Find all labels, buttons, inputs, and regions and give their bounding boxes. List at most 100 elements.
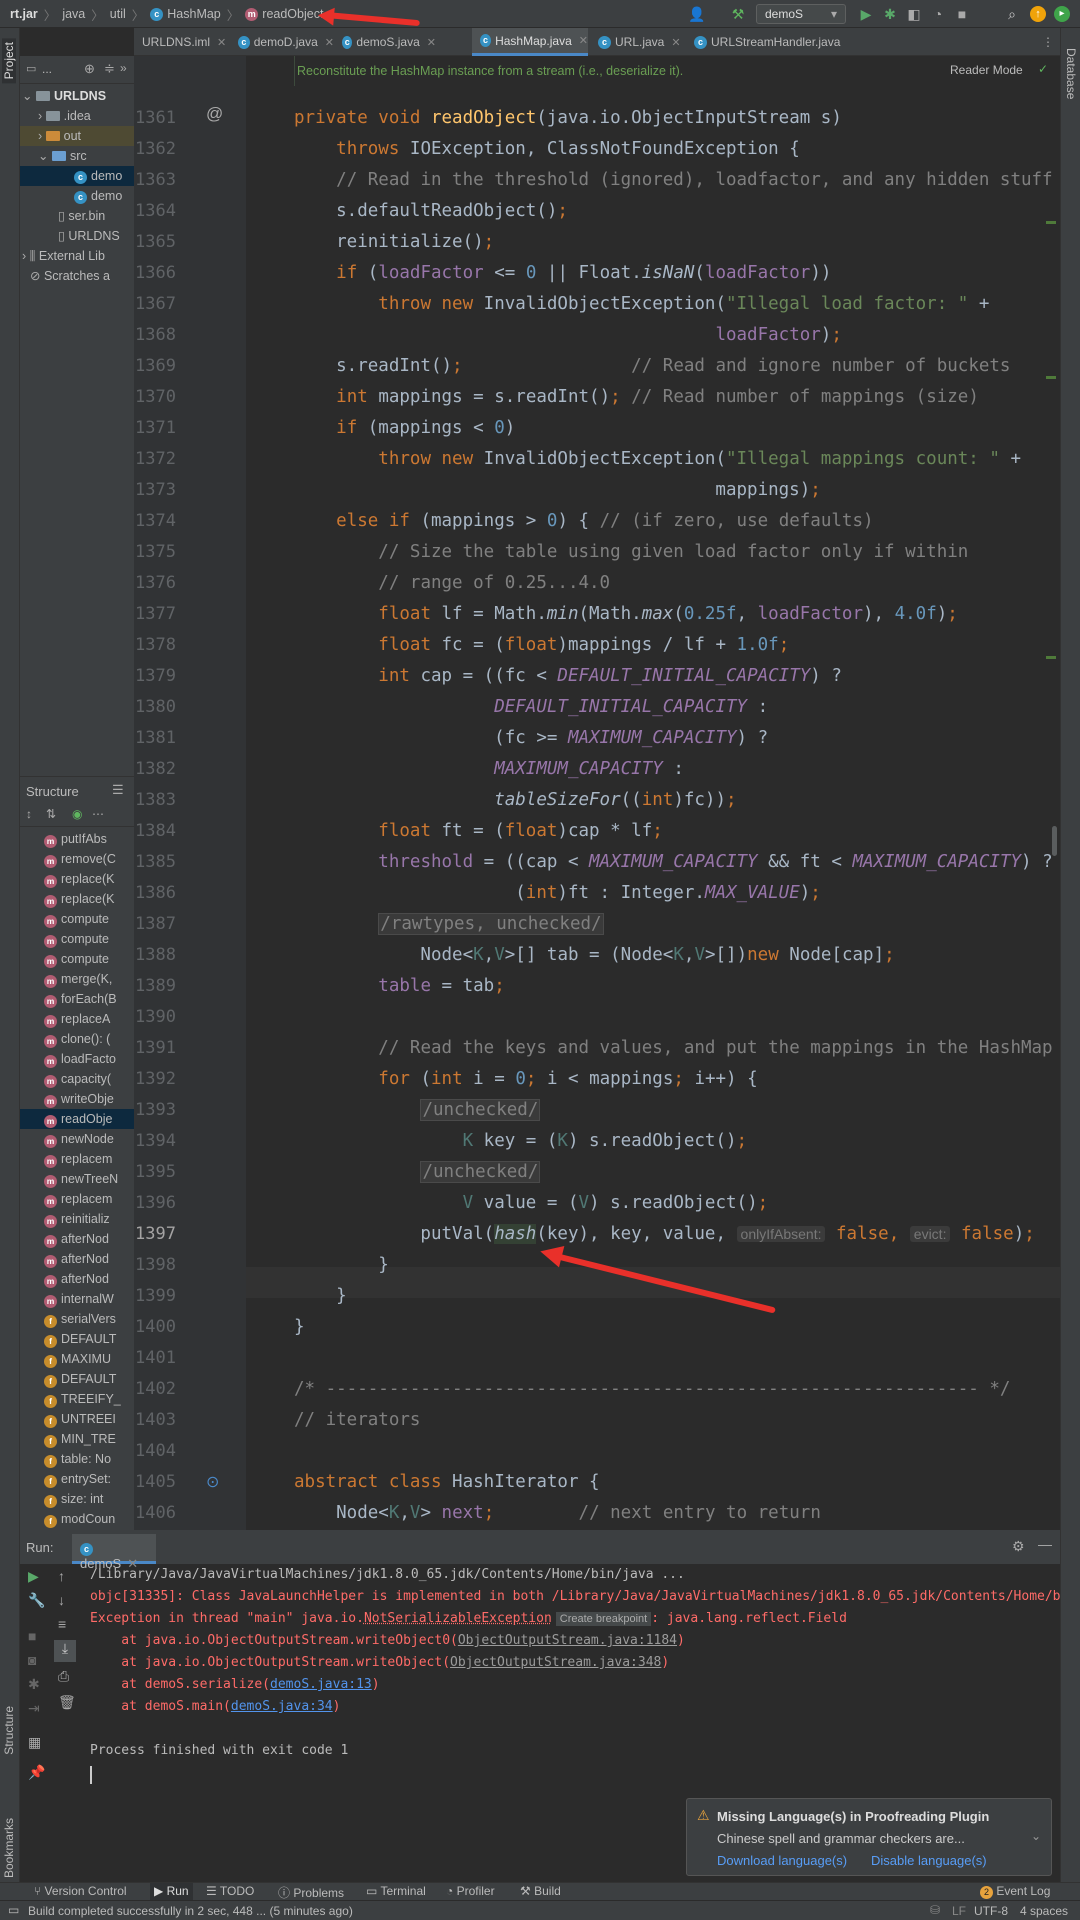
- memory-icon[interactable]: ⛁: [930, 1903, 940, 1917]
- stack-link[interactable]: demoS.java:34: [231, 1699, 333, 1714]
- update-icon[interactable]: ↑: [1030, 6, 1046, 22]
- structure-item[interactable]: m merge(K,: [20, 969, 134, 989]
- create-breakpoint-button[interactable]: Create breakpoint: [555, 1612, 652, 1626]
- line-number[interactable]: 1405: [134, 1467, 176, 1498]
- editor-scrollbar[interactable]: [1052, 826, 1057, 856]
- structure-item[interactable]: m compute: [20, 929, 134, 949]
- stack-link[interactable]: demoS.java:13: [270, 1677, 372, 1692]
- notification-popup[interactable]: ⚠ Missing Language(s) in Proofreading Pl…: [686, 1798, 1052, 1876]
- code-line[interactable]: abstract class HashIterator {: [294, 1467, 600, 1498]
- sort-alpha-icon[interactable]: ⇅: [46, 807, 56, 821]
- line-number[interactable]: 1371: [134, 413, 176, 444]
- structure-item[interactable]: m clone(): (: [20, 1029, 134, 1049]
- structure-item[interactable]: m afterNod: [20, 1229, 134, 1249]
- tab-url[interactable]: c URL.java ✕: [590, 28, 686, 56]
- line-number[interactable]: 1366: [134, 258, 176, 289]
- code-line[interactable]: s.readInt(); // Read and ignore number o…: [294, 351, 1010, 382]
- code-line[interactable]: putVal(hash(key), key, value, onlyIfAbse…: [294, 1219, 1035, 1250]
- line-number[interactable]: 1403: [134, 1405, 176, 1436]
- code-line[interactable]: /* -------------------------------------…: [294, 1374, 1010, 1405]
- line-number[interactable]: 1398: [134, 1250, 176, 1281]
- code-line[interactable]: // Read in the threshold (ignored), load…: [294, 165, 1052, 196]
- line-number[interactable]: 1388: [134, 940, 176, 971]
- structure-item[interactable]: m afterNod: [20, 1269, 134, 1289]
- project-tool-button[interactable]: Project: [2, 38, 16, 84]
- code-line[interactable]: K key = (K) s.readObject();: [294, 1126, 748, 1157]
- code-line[interactable]: else if (mappings > 0) { // (if zero, us…: [294, 506, 873, 537]
- tab-terminal[interactable]: ▭ Terminal: [366, 1884, 426, 1898]
- structure-item[interactable]: m reinitializ: [20, 1209, 134, 1229]
- code-line[interactable]: V value = (V) s.readObject();: [294, 1188, 769, 1219]
- structure-item[interactable]: m replace(K: [20, 889, 134, 909]
- structure-item[interactable]: m replacem: [20, 1149, 134, 1169]
- line-number[interactable]: 1385: [134, 847, 176, 878]
- code-line[interactable]: private void readObject(java.io.ObjectIn…: [294, 103, 842, 134]
- line-number[interactable]: 1399: [134, 1281, 176, 1312]
- code-line[interactable]: (fc >= MAXIMUM_CAPACITY) ?: [294, 723, 768, 754]
- event-log-button[interactable]: 2 Event Log: [980, 1884, 1050, 1899]
- code-line[interactable]: /unchecked/: [294, 1157, 541, 1188]
- code-line[interactable]: (int)ft : Integer.MAX_VALUE);: [294, 878, 821, 909]
- code-line[interactable]: /rawtypes, unchecked/: [294, 909, 604, 940]
- line-number[interactable]: 1368: [134, 320, 176, 351]
- collapse-icon[interactable]: ≑: [104, 61, 115, 77]
- tab-demos[interactable]: c demoS.java ✕: [334, 28, 436, 56]
- tab-demod[interactable]: c demoD.java ✕: [230, 28, 334, 56]
- code-line[interactable]: }: [294, 1250, 389, 1281]
- tab-profiler[interactable]: ◔ Profiler: [446, 1884, 495, 1898]
- tab-todo[interactable]: ☰ TODO: [206, 1884, 254, 1898]
- structure-item[interactable]: m remove(C: [20, 849, 134, 869]
- structure-item[interactable]: f UNTREEI: [20, 1409, 134, 1429]
- structure-item[interactable]: f MAXIMU: [20, 1349, 134, 1369]
- line-number[interactable]: 1378: [134, 630, 176, 661]
- structure-item[interactable]: m readObje: [20, 1109, 134, 1129]
- breadcrumb-hashmap[interactable]: HashMap: [167, 7, 221, 21]
- structure-item[interactable]: m loadFacto: [20, 1049, 134, 1069]
- stop-icon[interactable]: ■: [954, 6, 970, 22]
- code-line[interactable]: MAXIMUM_CAPACITY :: [294, 754, 684, 785]
- line-number[interactable]: 1384: [134, 816, 176, 847]
- project-panel-title[interactable]: ...: [42, 62, 52, 76]
- structure-item[interactable]: m writeObje: [20, 1089, 134, 1109]
- profile-icon[interactable]: ◔: [930, 6, 946, 22]
- run-icon[interactable]: ▶: [858, 6, 874, 22]
- tab-urldns-iml[interactable]: URLDNS.iml ✕: [134, 28, 230, 56]
- code-line[interactable]: Node<K,V>[] tab = (Node<K,V>[])new Node[…: [294, 940, 894, 971]
- line-number[interactable]: 1363: [134, 165, 176, 196]
- structure-item[interactable]: m capacity(: [20, 1069, 134, 1089]
- line-number[interactable]: 1376: [134, 568, 176, 599]
- code-line[interactable]: float lf = Math.min(Math.max(0.25f, load…: [294, 599, 958, 630]
- code-line[interactable]: // Read the keys and values, and put the…: [294, 1033, 1052, 1064]
- tree-item-idea[interactable]: › .idea: [20, 106, 134, 126]
- sort-icon[interactable]: ↕: [26, 807, 32, 821]
- tree-item-demo-2[interactable]: c demo: [20, 186, 134, 206]
- structure-item[interactable]: f DEFAULT: [20, 1329, 134, 1349]
- tree-item-ser-bin[interactable]: ▯ ser.bin: [20, 206, 134, 226]
- line-number[interactable]: 1361: [134, 103, 176, 134]
- line-number[interactable]: 1396: [134, 1188, 176, 1219]
- line-number[interactable]: 1404: [134, 1436, 176, 1467]
- stack-link[interactable]: ObjectOutputStream.java:1184: [458, 1633, 677, 1648]
- line-number[interactable]: 1374: [134, 506, 176, 537]
- line-number[interactable]: 1377: [134, 599, 176, 630]
- code-line[interactable]: // Size the table using given load facto…: [294, 537, 968, 568]
- structure-item[interactable]: m replace(K: [20, 869, 134, 889]
- tree-item-urldns-iml[interactable]: ▯ URLDNS: [20, 226, 134, 246]
- tab-run[interactable]: ▶ Run: [150, 1883, 193, 1901]
- line-number[interactable]: 1362: [134, 134, 176, 165]
- structure-item[interactable]: m replaceA: [20, 1009, 134, 1029]
- breadcrumb-util[interactable]: util: [110, 7, 126, 21]
- settings-icon[interactable]: ☰: [112, 782, 124, 798]
- code-line[interactable]: Node<K,V> next; // next entry to return: [294, 1498, 821, 1529]
- line-number[interactable]: 1392: [134, 1064, 176, 1095]
- code-line[interactable]: int mappings = s.readInt(); // Read numb…: [294, 382, 979, 413]
- structure-item[interactable]: f MIN_TRE: [20, 1429, 134, 1449]
- structure-item[interactable]: f TREEIFY_: [20, 1389, 134, 1409]
- code-line[interactable]: }: [294, 1281, 347, 1312]
- line-number[interactable]: 1397: [134, 1219, 176, 1250]
- file-encoding[interactable]: UTF-8: [974, 1904, 1008, 1918]
- structure-item[interactable]: f serialVers: [20, 1309, 134, 1329]
- line-number[interactable]: 1395: [134, 1157, 176, 1188]
- structure-item[interactable]: f DEFAULT: [20, 1369, 134, 1389]
- code-line[interactable]: reinitialize();: [294, 227, 494, 258]
